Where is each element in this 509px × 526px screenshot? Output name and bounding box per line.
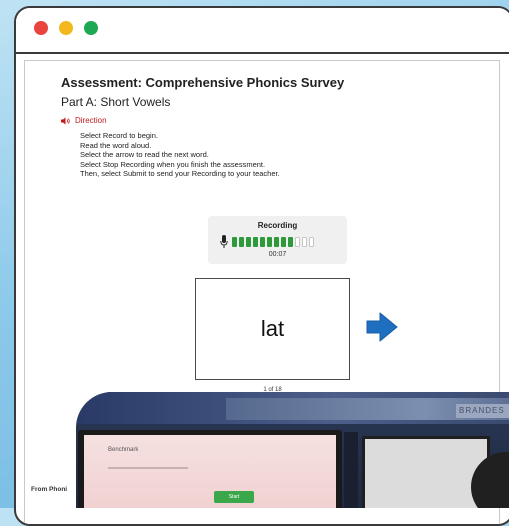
instruction-line: Then, select Submit to send your Recordi… — [80, 169, 280, 179]
photo-monitor-screen: Benchmark Start — [84, 435, 336, 508]
direction-label: Direction — [75, 116, 107, 125]
photo-screen-logo: Benchmark — [108, 447, 139, 453]
instruction-line: Read the word aloud. — [80, 140, 152, 150]
speaker-icon — [61, 117, 70, 124]
level-segment — [239, 237, 244, 247]
microphone-icon — [220, 235, 228, 248]
level-segment — [267, 237, 272, 247]
level-segment — [260, 237, 265, 247]
page-title: Assessment: Comprehensive Phonics Survey — [61, 75, 345, 90]
word-text: lat — [260, 316, 285, 341]
photo-monitor-left: Benchmark Start — [78, 430, 342, 508]
photo-monitor-right — [362, 436, 490, 508]
direction-link[interactable]: Direction — [61, 116, 107, 125]
level-segment — [281, 237, 286, 247]
minimize-window-button[interactable] — [59, 21, 73, 35]
close-window-button[interactable] — [34, 21, 48, 35]
page-subtitle: Part A: Short Vowels — [61, 95, 171, 109]
instruction-line: Select Record to begin. — [80, 131, 158, 140]
level-segment — [288, 237, 293, 247]
level-segment — [246, 237, 251, 247]
photo-screen-button: Start — [214, 491, 254, 503]
recording-timer: 00:07 — [268, 251, 287, 258]
level-segment — [232, 237, 237, 247]
level-segment — [302, 237, 307, 247]
recording-panel[interactable]: Recording 00:07 — [208, 216, 347, 264]
photo-screen-text-line — [108, 467, 188, 469]
recording-label: Recording — [257, 221, 298, 230]
level-segment — [309, 237, 314, 247]
photo-sign-text: BRANDES — [459, 406, 505, 415]
photo-divider — [344, 432, 358, 508]
word-card: lat — [195, 278, 350, 380]
window-titlebar — [16, 8, 509, 54]
classroom-photo: BRANDES Benchmark Start — [76, 392, 509, 508]
arrow-right-icon[interactable] — [365, 312, 399, 342]
level-segment — [274, 237, 279, 247]
maximize-window-button[interactable] — [84, 21, 98, 35]
instruction-line: Select the arrow to read the next word. — [80, 150, 209, 160]
instructions-list: Select Record to begin. Read the word al… — [80, 131, 280, 179]
level-segment — [253, 237, 258, 247]
instruction-line: Select Stop Recording when you finish th… — [80, 159, 266, 169]
level-segment — [295, 237, 300, 247]
recording-level-meter — [232, 237, 314, 247]
source-credit: From Phoni — [31, 486, 68, 493]
